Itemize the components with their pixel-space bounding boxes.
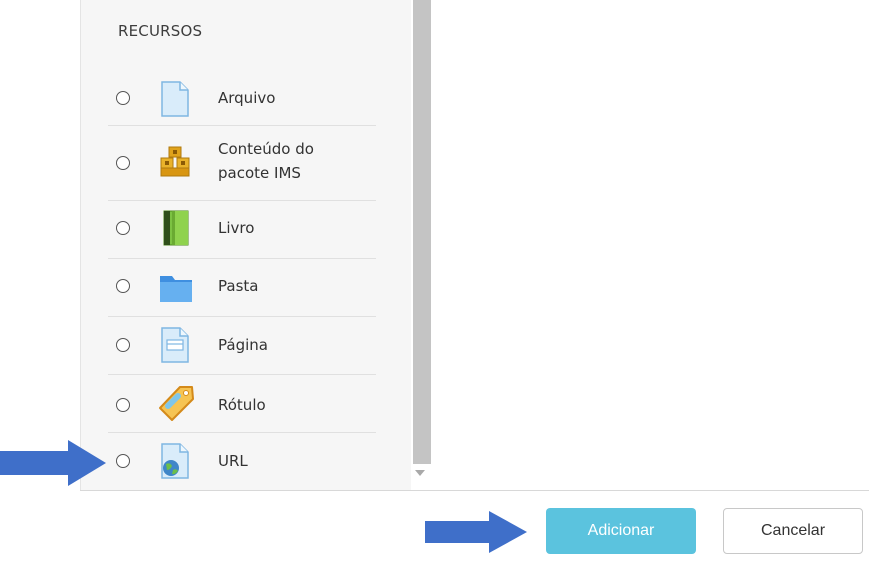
resource-item-pagina[interactable]: Página: [108, 325, 376, 365]
item-label: URL: [218, 452, 248, 470]
folder-icon: [158, 270, 194, 304]
item-label-line2: pacote IMS: [218, 164, 301, 182]
ims-package-icon: [158, 145, 192, 179]
radio-rotulo[interactable]: [116, 398, 130, 412]
radio-livro[interactable]: [116, 221, 130, 235]
arrow-pointer-icon: [425, 510, 529, 554]
scroll-down-arrow[interactable]: [415, 470, 425, 476]
item-label: Livro: [218, 219, 255, 237]
divider: [108, 258, 376, 259]
section-title: RECURSOS: [118, 22, 203, 40]
page-icon: [158, 326, 192, 364]
scrollbar-thumb[interactable]: [413, 0, 431, 464]
radio-url[interactable]: [116, 454, 130, 468]
divider: [108, 316, 376, 317]
item-label: Página: [218, 336, 268, 354]
divider: [108, 374, 376, 375]
divider: [108, 432, 376, 433]
url-globe-icon: [158, 442, 192, 480]
radio-ims-package[interactable]: [116, 156, 130, 170]
resource-item-url[interactable]: URL: [108, 441, 376, 481]
label-tag-icon: [158, 384, 196, 422]
book-icon: [158, 209, 192, 247]
divider: [108, 200, 376, 201]
item-label: Arquivo: [218, 89, 276, 107]
item-label: Rótulo: [218, 396, 266, 414]
radio-arquivo[interactable]: [116, 91, 130, 105]
resource-item-pasta[interactable]: Pasta: [108, 266, 376, 306]
resource-item-ims-package[interactable]: Conteúdo do pacote IMS: [108, 133, 376, 193]
add-button[interactable]: Adicionar: [546, 508, 696, 554]
resource-item-livro[interactable]: Livro: [108, 208, 376, 248]
footer-divider: [80, 490, 869, 491]
divider: [108, 125, 376, 126]
radio-pasta[interactable]: [116, 279, 130, 293]
activity-chooser: RECURSOS Arquivo Conteúdo do pacote IMS …: [0, 0, 869, 568]
resource-item-rotulo[interactable]: Rótulo: [108, 382, 376, 426]
resource-item-arquivo[interactable]: Arquivo: [108, 80, 376, 120]
radio-pagina[interactable]: [116, 338, 130, 352]
arrow-pointer-icon: [0, 438, 108, 488]
item-label: Pasta: [218, 277, 259, 295]
file-icon: [158, 80, 192, 118]
cancel-button[interactable]: Cancelar: [723, 508, 863, 554]
item-label-line1: Conteúdo do: [218, 140, 314, 158]
